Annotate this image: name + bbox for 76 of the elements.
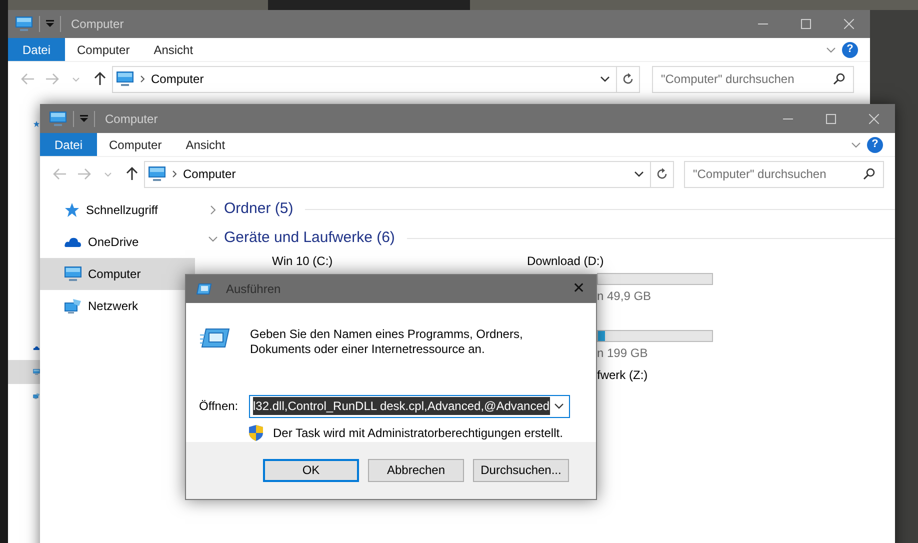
drive-label[interactable]: fwerk (Z:) [597, 367, 713, 384]
back-icon[interactable] [53, 168, 67, 180]
ribbon-tab[interactable]: Ansicht [142, 38, 206, 61]
search-placeholder: "Computer" durchsuchen [661, 71, 794, 88]
chevron-icon[interactable] [851, 142, 861, 148]
run-icon [196, 283, 212, 295]
sidebar-item[interactable]: Computer [40, 258, 195, 290]
address-text: Computer [183, 166, 236, 183]
star-icon [64, 202, 80, 218]
ribbon-tab[interactable]: Computer [97, 133, 174, 156]
refresh-button[interactable] [651, 160, 674, 188]
window-title: Computer [105, 110, 158, 128]
address-bar[interactable]: Computer [112, 66, 617, 92]
drive-label[interactable]: Win 10 (C:) [272, 253, 527, 270]
group-header[interactable]: Geräte und Laufwerke (6) [224, 227, 395, 250]
refresh-icon [622, 73, 634, 85]
computer-icon [148, 166, 166, 182]
command-field[interactable]: l32.dll,Control_RunDLL desk.cpl,Advanced,@Advanced [249, 394, 570, 418]
sidebar-item[interactable]: Schnellzugriff [40, 194, 195, 226]
window-title: Ausführen [226, 281, 281, 298]
network-icon [64, 298, 82, 314]
group-header[interactable]: Ordner (5) [224, 198, 294, 221]
address-bar[interactable]: Computer [144, 160, 651, 188]
caret-icon[interactable] [634, 171, 644, 177]
prompt-text: Geben Sie den Namen eines Programms, Ordners, Dokuments oder einer Internetressource an. [250, 327, 524, 358]
computer-icon [116, 71, 134, 87]
help-icon[interactable]: ? [867, 136, 883, 152]
cloud-icon [64, 236, 82, 248]
ribbon-tab[interactable]: Ansicht [174, 133, 238, 156]
chevron-down-icon[interactable] [208, 236, 218, 242]
search-placeholder: "Computer" durchsuchen [693, 166, 826, 183]
dialog-button[interactable]: Durchsuchen... [473, 458, 569, 482]
chevron-right-icon [172, 170, 177, 178]
dialog-button[interactable]: OK [263, 458, 359, 482]
admin-note: Der Task wird mit Administratorberechtigungen erstellt. [273, 424, 563, 442]
maximize-icon [800, 19, 810, 29]
chevron-right-icon [140, 75, 145, 83]
maximize-icon [826, 114, 836, 124]
run-icon [200, 327, 230, 349]
drive-label[interactable]: Download (D:) [527, 253, 713, 270]
dropdown-icon[interactable] [80, 114, 88, 122]
refresh-button[interactable] [617, 66, 640, 92]
back-icon[interactable] [21, 73, 35, 85]
help-icon[interactable]: ? [842, 42, 858, 58]
up-icon[interactable] [126, 167, 138, 181]
computer-icon [49, 110, 67, 126]
search-icon [833, 73, 845, 85]
file-tab[interactable]: Datei [40, 133, 97, 156]
sidebar-item[interactable]: OneDrive [40, 226, 195, 258]
forward-icon[interactable] [45, 73, 59, 85]
file-tab[interactable]: Datei [8, 38, 65, 61]
ribbon-tab[interactable]: Computer [65, 38, 142, 61]
drive-size: n 199 GB [597, 345, 649, 362]
forward-icon[interactable] [77, 168, 91, 180]
address-text: Computer [151, 71, 204, 88]
chevron-right-icon[interactable] [210, 204, 216, 214]
search-field[interactable]: "Computer" durchsuchen [652, 66, 854, 92]
caret-icon[interactable] [600, 76, 610, 82]
computer-icon [15, 16, 33, 32]
dialog-button[interactable]: Abbrechen [368, 458, 464, 482]
shield-icon [249, 424, 263, 441]
close-button[interactable]: ✕ [562, 278, 596, 300]
search-field[interactable]: "Computer" durchsuchen [684, 160, 884, 188]
close-icon [844, 19, 854, 29]
close-icon [868, 114, 878, 124]
drive-size: n 49,9 GB [597, 288, 652, 305]
window-title: Computer [71, 16, 124, 33]
chevron-icon[interactable] [826, 46, 836, 52]
caret-icon[interactable] [554, 403, 564, 410]
sidebar-item[interactable] [8, 360, 40, 384]
up-icon[interactable] [94, 72, 106, 86]
dropdown-icon[interactable] [46, 20, 54, 28]
refresh-icon [656, 168, 668, 180]
field-label: Öffnen: [199, 398, 240, 416]
search-icon [863, 168, 875, 180]
computer-icon [64, 266, 82, 282]
